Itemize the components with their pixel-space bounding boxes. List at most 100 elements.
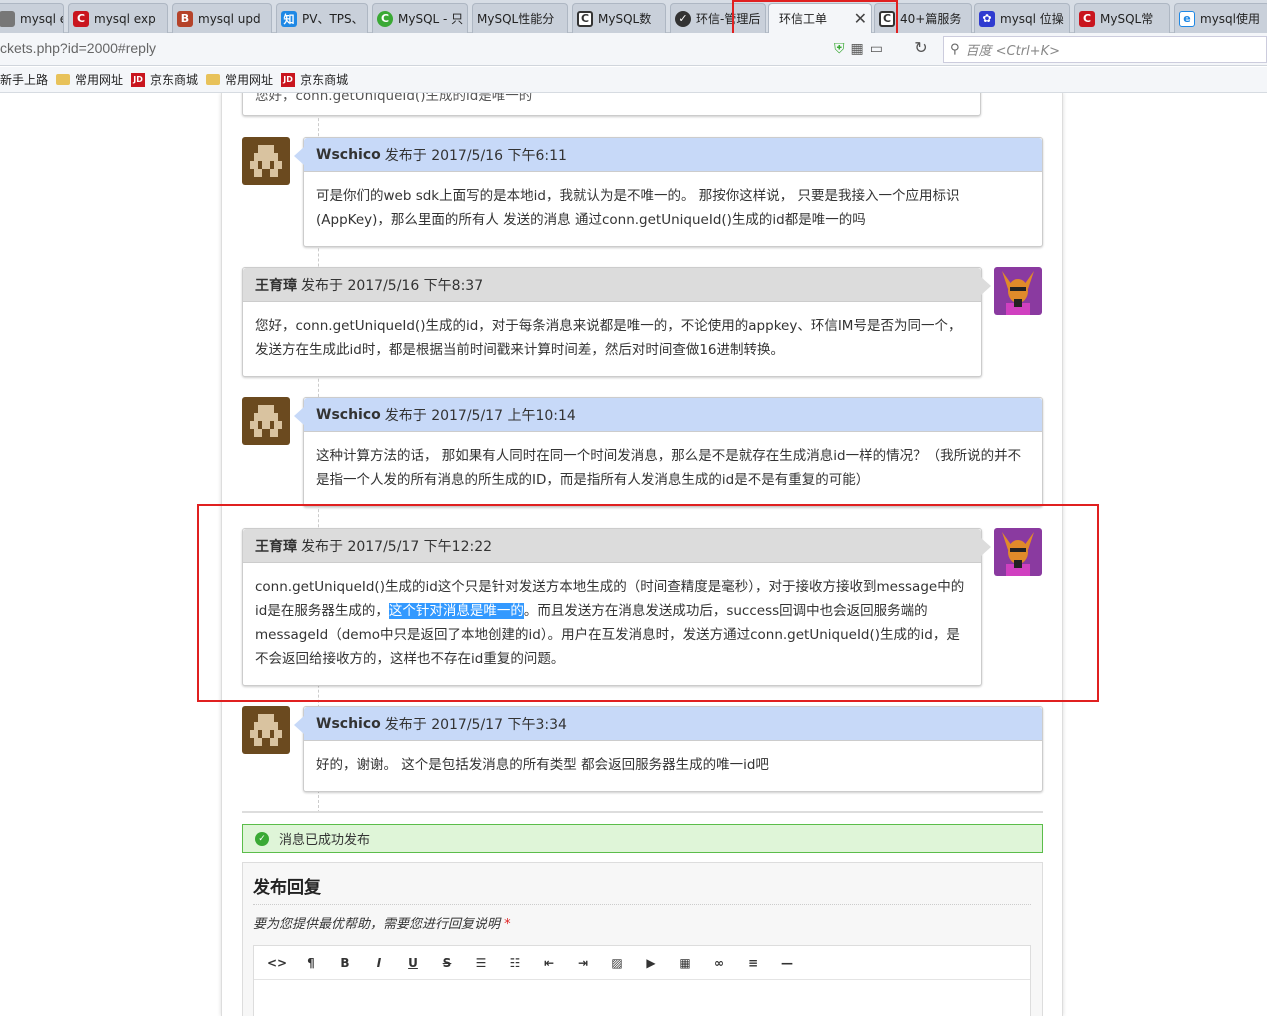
bubble-arrow bbox=[981, 277, 991, 295]
ie-icon: e bbox=[1179, 10, 1195, 27]
bookmark-item[interactable]: 常用网址 bbox=[56, 71, 123, 88]
success-notice: ✓ 消息已成功发布 bbox=[242, 824, 1043, 853]
browser-tab[interactable]: C mysql exp bbox=[68, 3, 168, 33]
message-header: Wschico 发布于 2017/5/17 下午3:34 bbox=[304, 707, 1042, 741]
message-card-staff: 王育璋 发布于 2017/5/16 下午8:37 您好，conn.getUniq… bbox=[242, 267, 991, 377]
horizontal-rule-icon[interactable]: — bbox=[770, 950, 804, 976]
jd-icon: JD bbox=[131, 72, 146, 87]
staff-avatar-icon bbox=[994, 267, 1042, 315]
url-field[interactable]: ckets.php?id=2000#reply bbox=[0, 40, 156, 56]
browser-tab[interactable]: e mysql使用 bbox=[1174, 3, 1267, 33]
avatar-staff bbox=[994, 267, 1042, 315]
folder-icon bbox=[56, 74, 71, 85]
reply-editor[interactable]: <> ¶ B I U S ☰ ☷ ⇤ ⇥ ▨ ▶ ▦ ∞ ≡ — bbox=[253, 945, 1031, 1016]
message-body: 好的，谢谢。 这个是包括发消息的所有类型 都会返回服务器生成的唯一id吧 bbox=[316, 757, 769, 773]
message-author[interactable]: Wschico bbox=[316, 407, 381, 423]
paw-icon: ✿ bbox=[979, 10, 995, 27]
bubble-arrow bbox=[294, 407, 304, 425]
avatar-user bbox=[242, 397, 290, 445]
outdent-icon[interactable]: ⇤ bbox=[532, 950, 566, 976]
video-icon[interactable]: ▶ bbox=[634, 950, 668, 976]
success-text: 消息已成功发布 bbox=[279, 833, 371, 848]
browser-tab[interactable]: C MySQL常 bbox=[1074, 3, 1170, 33]
message-body: 您好，conn.getUniqueId()生成的id，对于每条消息来说都是唯一的… bbox=[255, 318, 962, 358]
tab-label: mysql exp bbox=[94, 11, 156, 26]
link-icon[interactable]: ∞ bbox=[702, 950, 736, 976]
bookmark-item[interactable]: JD 京东商城 bbox=[131, 71, 198, 88]
italic-icon[interactable]: I bbox=[362, 950, 396, 976]
blog-icon: B bbox=[177, 10, 193, 27]
image-icon[interactable]: ▨ bbox=[600, 950, 634, 976]
tab-label: MySQL性能分 bbox=[477, 12, 555, 26]
zhihu-icon: 知 bbox=[281, 10, 297, 27]
user-avatar-icon bbox=[242, 706, 290, 754]
qr-icon[interactable]: ▦ bbox=[851, 41, 864, 57]
bookmark-label: 常用网址 bbox=[75, 73, 124, 87]
message-card-user: Wschico 发布于 2017/5/17 上午10:14 这种计算方法的话， … bbox=[294, 397, 1043, 507]
message-author[interactable]: 王育璋 bbox=[255, 275, 297, 295]
shield-icon[interactable]: ⛨ bbox=[834, 41, 845, 57]
browser-tab[interactable]: C MySQL - 只 bbox=[372, 3, 468, 33]
user-avatar-icon bbox=[242, 137, 290, 185]
bookmark-label: 常用网址 bbox=[225, 73, 274, 87]
annotation-box-message bbox=[197, 504, 1099, 702]
indent-icon[interactable]: ⇥ bbox=[566, 950, 600, 976]
tab-label: mysql使用 bbox=[1200, 12, 1260, 26]
browser-tab[interactable]: 知 PV、TPS、 bbox=[276, 3, 368, 33]
message-card-fragment: 您好，conn.getUniqueId()生成的id是唯一的 bbox=[242, 93, 981, 116]
align-icon[interactable]: ≡ bbox=[736, 950, 770, 976]
paragraph-icon[interactable]: ¶ bbox=[294, 950, 328, 976]
jd-icon: JD bbox=[281, 72, 296, 87]
message-card-user: Wschico 发布于 2017/5/17 下午3:34 好的，谢谢。 这个是包… bbox=[294, 706, 1043, 792]
message-author[interactable]: Wschico bbox=[316, 147, 381, 163]
code-icon[interactable]: <> bbox=[260, 950, 294, 976]
numbered-list-icon[interactable]: ☷ bbox=[498, 950, 532, 976]
green-icon: C bbox=[377, 10, 393, 27]
folder-icon bbox=[206, 74, 221, 85]
bullet-list-icon[interactable]: ☰ bbox=[464, 950, 498, 976]
underline-icon[interactable]: U bbox=[396, 950, 430, 976]
bubble-arrow bbox=[294, 716, 304, 734]
browser-tab[interactable]: B mysql upd bbox=[172, 3, 272, 33]
message-body: 可是你们的web sdk上面写的是本地id，我就认为是不唯一的。 那按你这样说，… bbox=[316, 188, 960, 228]
bookmark-item[interactable]: JD 京东商城 bbox=[281, 71, 348, 88]
message-body: 这种计算方法的话， 那如果有人同时在同一个时间发消息，那么是不是就存在生成消息i… bbox=[316, 448, 1022, 488]
reply-title: 发布回复 bbox=[253, 873, 1031, 905]
browser-tab[interactable]: ✿ mysql 位操 bbox=[974, 3, 1070, 33]
reply-panel: 发布回复 要为您提供最优帮助，需要您进行回复说明 * <> ¶ B I U S … bbox=[242, 862, 1043, 1016]
screen-icon[interactable]: ▭ bbox=[870, 41, 883, 57]
page-icon bbox=[0, 10, 15, 27]
message-header: Wschico 发布于 2017/5/17 上午10:14 bbox=[304, 398, 1042, 432]
message-author[interactable]: Wschico bbox=[316, 716, 381, 732]
strikethrough-icon[interactable]: S bbox=[430, 950, 464, 976]
browser-tab[interactable]: mysql exp bbox=[0, 3, 64, 33]
message-meta: 发布于 2017/5/17 上午10:14 bbox=[384, 407, 576, 424]
browser-tab[interactable]: MySQL性能分 bbox=[472, 3, 568, 33]
tab-strip: mysql exp C mysql exp B mysql upd 知 PV、T… bbox=[0, 0, 1267, 33]
tab-label: MySQL - 只 bbox=[398, 12, 464, 26]
bookmark-item[interactable]: 常用网址 bbox=[206, 71, 273, 88]
bookmark-item[interactable]: 新手上路 bbox=[0, 71, 48, 88]
bookmark-label: 京东商城 bbox=[300, 73, 349, 87]
user-avatar-icon bbox=[242, 397, 290, 445]
message-header: 王育璋 发布于 2017/5/16 下午8:37 bbox=[243, 268, 981, 302]
bold-icon[interactable]: B bbox=[328, 950, 362, 976]
tab-label: mysql 位操 bbox=[1000, 12, 1064, 26]
reply-description: 要为您提供最优帮助，需要您进行回复说明 * bbox=[253, 913, 511, 932]
message-meta: 发布于 2017/5/16 下午6:11 bbox=[384, 147, 567, 164]
avatar-user bbox=[242, 706, 290, 754]
divider bbox=[242, 811, 1043, 813]
tab-label: MySQL常 bbox=[1100, 12, 1154, 26]
page-viewport: 您好，conn.getUniqueId()生成的id是唯一的 Wschico 发… bbox=[0, 93, 1267, 1016]
search-icon: ⚲ bbox=[950, 42, 960, 57]
check-circle-icon: ✓ bbox=[255, 831, 269, 846]
search-box[interactable]: ⚲ 百度 <Ctrl+K> bbox=[943, 36, 1267, 63]
table-icon[interactable]: ▦ bbox=[668, 950, 702, 976]
tab-label: MySQL数 bbox=[598, 12, 652, 26]
browser-tab[interactable]: C MySQL数 bbox=[572, 3, 666, 33]
bookmark-label: 京东商城 bbox=[150, 73, 199, 87]
reload-icon[interactable]: ↻ bbox=[910, 38, 932, 60]
tab-label: 40+篇服务 bbox=[900, 12, 962, 26]
bookmarks-bar: 新手上路 常用网址 JD 京东商城 常用网址 JD 京东商城 bbox=[0, 67, 1267, 93]
message-meta: 发布于 2017/5/16 下午8:37 bbox=[301, 277, 484, 294]
